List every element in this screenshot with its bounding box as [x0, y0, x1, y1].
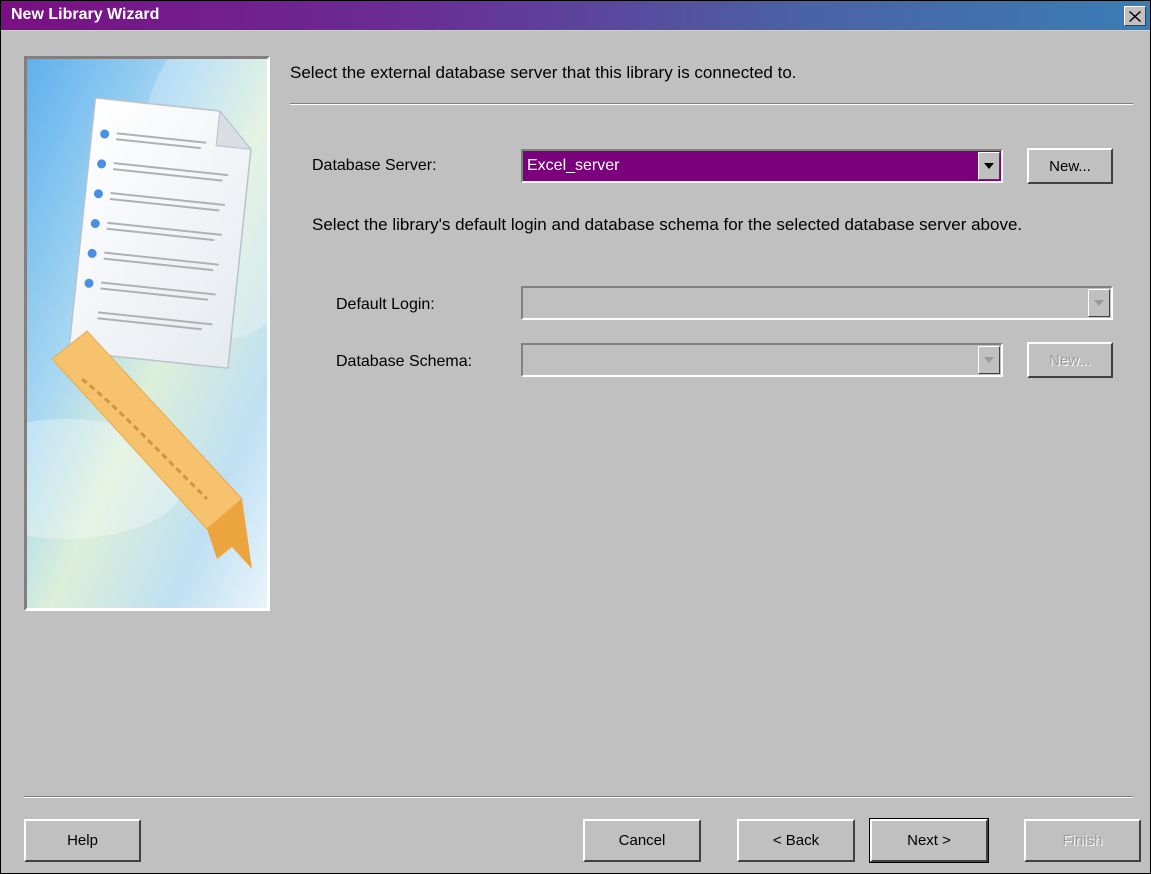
back-button[interactable]: < Back: [737, 819, 855, 862]
database-schema-value: [523, 345, 975, 375]
default-login-select[interactable]: [521, 286, 1113, 320]
database-server-label: Database Server:: [312, 157, 437, 174]
window-title: New Library Wizard: [11, 6, 160, 23]
database-schema-dropdown-button[interactable]: [978, 346, 1000, 374]
database-schema-select[interactable]: [521, 343, 1003, 377]
database-server-value: Excel_server: [527, 157, 620, 174]
database-schema-label: Database Schema:: [336, 353, 473, 370]
next-button[interactable]: Next >: [869, 818, 989, 863]
finish-button[interactable]: Finish: [1024, 819, 1141, 862]
close-icon: [1129, 10, 1141, 22]
help-button[interactable]: Help: [24, 819, 141, 862]
database-server-dropdown-button[interactable]: [978, 152, 1000, 180]
database-server-select[interactable]: Excel_server: [521, 149, 1003, 183]
page-heading: Select the external database server that…: [290, 63, 797, 82]
footer-divider: [24, 796, 1133, 798]
wizard-document-illustration: [27, 59, 267, 608]
new-database-server-button[interactable]: New...: [1027, 148, 1113, 184]
cancel-button[interactable]: Cancel: [583, 819, 701, 862]
dropdown-arrow-icon: [984, 163, 994, 169]
dropdown-arrow-icon: [984, 357, 994, 363]
default-login-value: [523, 288, 1085, 318]
close-button[interactable]: [1124, 6, 1146, 26]
wizard-illustration: [24, 56, 270, 611]
new-database-schema-button[interactable]: New...: [1027, 342, 1113, 378]
instructions-text: Select the library's default login and d…: [312, 215, 1023, 234]
title-bar[interactable]: New Library Wizard: [1, 1, 1150, 31]
default-login-dropdown-button[interactable]: [1088, 289, 1110, 317]
wizard-window: New Library Wizard Select the external d…: [0, 0, 1151, 874]
default-login-label: Default Login:: [336, 296, 435, 313]
dropdown-arrow-icon: [1094, 300, 1104, 306]
header-divider: [290, 103, 1133, 105]
